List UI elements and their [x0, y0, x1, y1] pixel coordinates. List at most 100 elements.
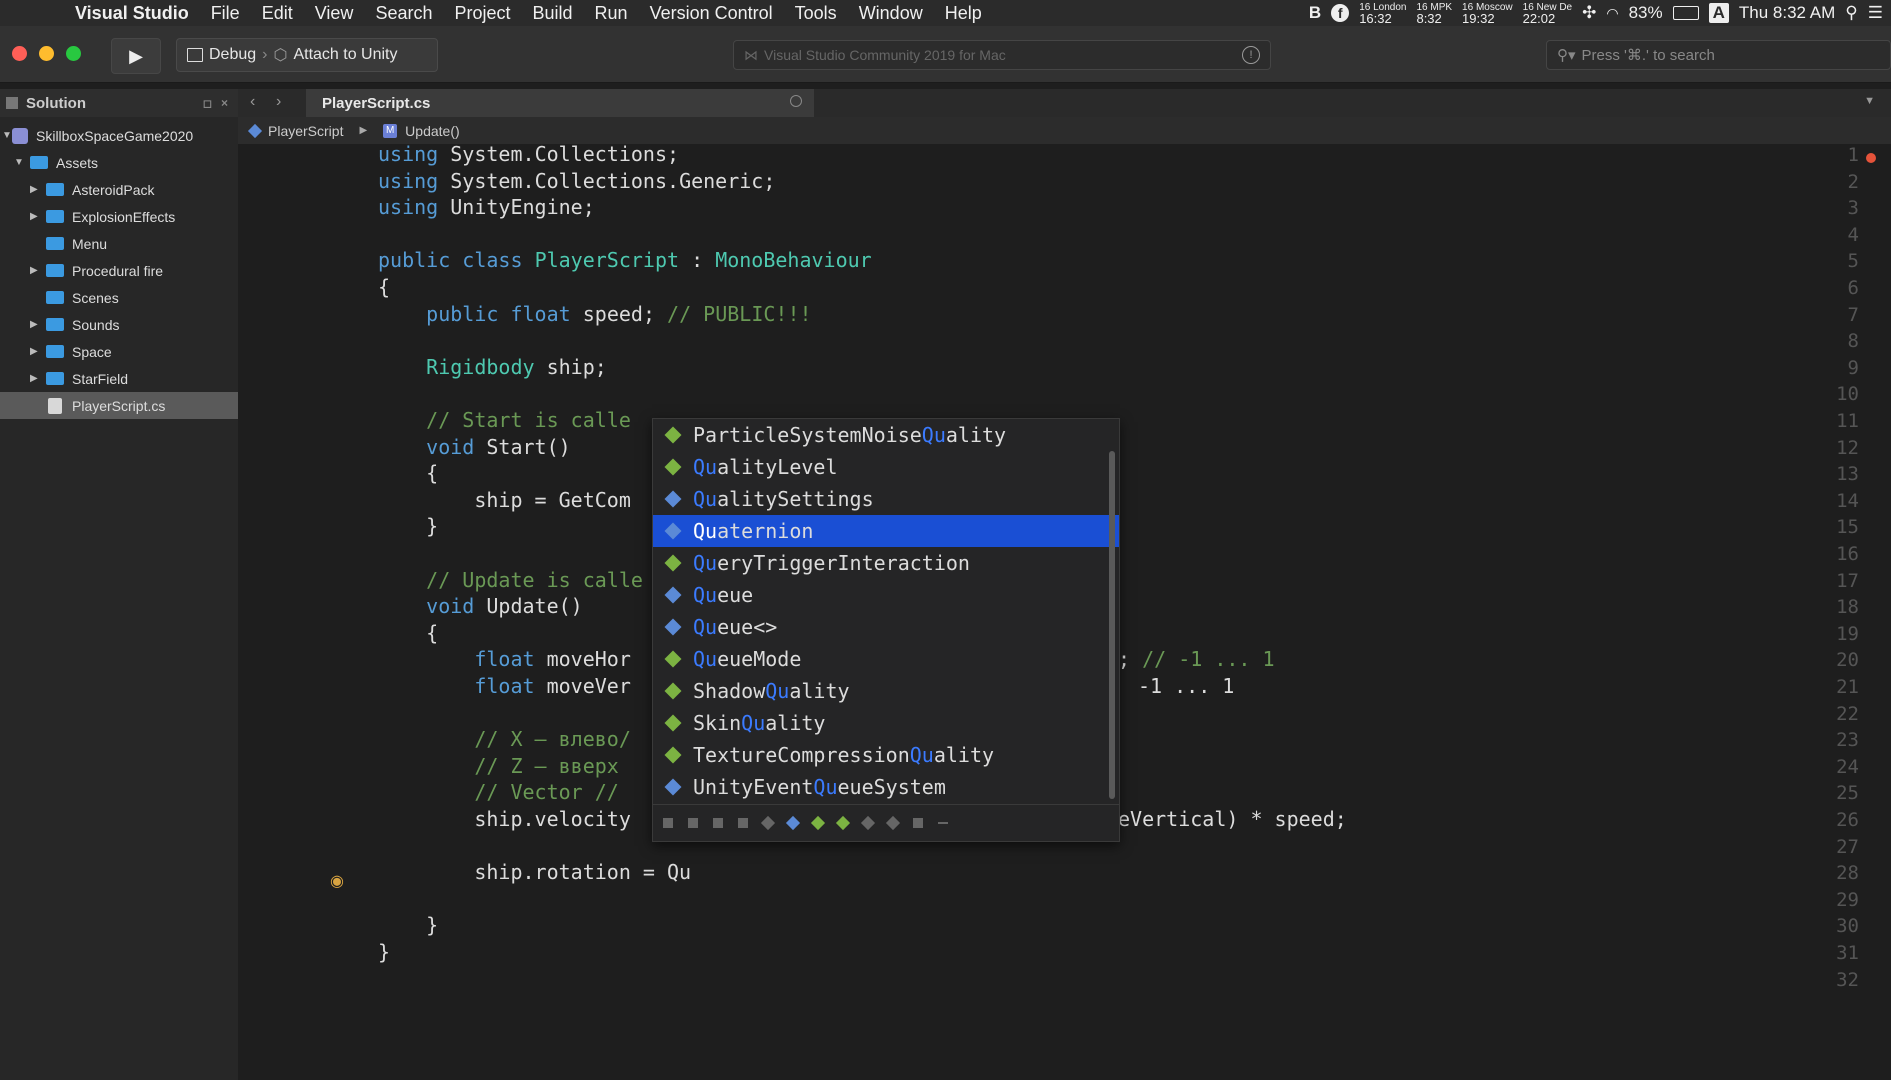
lightbulb-icon[interactable]: ◉ — [330, 871, 344, 891]
menu-file[interactable]: File — [200, 3, 251, 24]
world-clock-london[interactable]: 16 London 16:32 — [1359, 2, 1406, 25]
datetime[interactable]: Thu 8:32 AM — [1739, 3, 1835, 23]
line-number: 5 — [1847, 250, 1859, 273]
filter-method-icon[interactable] — [738, 817, 748, 828]
menu-version-control[interactable]: Version Control — [639, 3, 784, 24]
filter-keyword-icon[interactable] — [913, 817, 923, 828]
completion-text: alitySettings — [717, 487, 874, 511]
notification-center-icon[interactable]: ☰ — [1868, 3, 1883, 23]
completion-item[interactable]: Qu alitySettings — [653, 483, 1119, 515]
filter-class-icon[interactable] — [785, 815, 801, 830]
completion-item[interactable]: Qu alityLevel — [653, 451, 1119, 483]
code-line: void Start() — [426, 434, 571, 459]
breadcrumb-class[interactable]: PlayerScript — [268, 123, 343, 139]
battery-percent[interactable]: 83% — [1629, 3, 1663, 23]
completion-item[interactable]: Qu eue — [653, 579, 1119, 611]
menu-help[interactable]: Help — [934, 3, 993, 24]
menu-tools[interactable]: Tools — [784, 3, 848, 24]
struct-icon — [664, 650, 682, 668]
tab-dropdown-icon[interactable]: ▼ — [1864, 95, 1875, 107]
app-menu[interactable]: Visual Studio — [64, 3, 200, 24]
tree-item-space[interactable]: ▶ Space — [0, 338, 268, 365]
tree-item-solution[interactable]: ▼ SkillboxSpaceGame2020 — [0, 122, 240, 149]
facebook-icon[interactable]: f — [1331, 4, 1350, 22]
line-number: 24 — [1836, 755, 1859, 778]
run-button[interactable]: ▶ — [111, 38, 161, 74]
collapsed-arrow-icon[interactable]: ▶ — [30, 211, 40, 222]
code-line-fragment: eVertical) * speed; — [1118, 807, 1347, 831]
completion-item[interactable]: Qu eryTriggerInteraction — [653, 547, 1119, 579]
breadcrumb-method[interactable]: Update() — [405, 123, 459, 139]
tree-item-explosioneffects[interactable]: ▶ ExplosionEffects — [0, 203, 268, 230]
world-clock-mpk[interactable]: 16 MPK 8:32 — [1416, 2, 1452, 25]
completion-item[interactable]: Shadow Qu ality — [653, 675, 1119, 707]
completion-scrollbar[interactable] — [1109, 451, 1115, 799]
nav-forward-icon[interactable]: › — [276, 93, 281, 111]
collapsed-arrow-icon[interactable]: ▶ — [30, 319, 40, 330]
filter-struct-icon[interactable] — [810, 815, 826, 830]
tree-item-starfield[interactable]: ▶ StarField — [0, 365, 268, 392]
tree-item-procedural-fire[interactable]: ▶ Procedural fire — [0, 257, 268, 284]
tab-label: PlayerScript.cs — [322, 94, 431, 112]
tree-item-assets[interactable]: ▼ Assets — [0, 149, 252, 176]
sync-icon[interactable]: ✣ — [1582, 3, 1596, 23]
line-number: 22 — [1836, 702, 1859, 725]
search-box[interactable]: ⚲▾ Press '⌘.' to search — [1546, 40, 1891, 70]
tree-item-asteroidpack[interactable]: ▶ AsteroidPack — [0, 176, 268, 203]
expand-arrow-icon[interactable]: ▼ — [2, 130, 12, 141]
filter-event-icon[interactable] — [885, 815, 901, 830]
spotlight-search-icon[interactable]: ⚲ — [1845, 3, 1857, 23]
completion-text: Skin — [693, 711, 742, 735]
pad-options-icon[interactable]: ◻ — [203, 97, 212, 110]
filter-namespace-icon[interactable] — [663, 817, 673, 828]
filter-enum-icon[interactable] — [835, 815, 851, 830]
collapsed-arrow-icon[interactable]: ▶ — [30, 346, 40, 357]
collapsed-arrow-icon[interactable]: ▶ — [30, 265, 40, 276]
menu-build[interactable]: Build — [522, 3, 584, 24]
minimize-window-button[interactable] — [39, 46, 54, 61]
filter-delegate-icon[interactable] — [860, 815, 876, 830]
bluetooth-like-icon[interactable]: B — [1309, 3, 1321, 23]
code-line: // Update is calle — [426, 567, 643, 592]
completion-item[interactable]: UnityEvent Qu eueSystem — [653, 771, 1119, 803]
pad-close-icon[interactable]: × — [221, 96, 228, 110]
menu-view[interactable]: View — [304, 3, 365, 24]
menu-window[interactable]: Window — [848, 3, 934, 24]
completion-item[interactable]: Qu aternion — [653, 515, 1119, 547]
menu-edit[interactable]: Edit — [251, 3, 304, 24]
unity-icon: ⬡ — [273, 47, 288, 64]
tab-playerscript[interactable]: PlayerScript.cs — [306, 89, 814, 117]
wifi-icon[interactable]: ◠ — [1606, 5, 1618, 22]
menu-run[interactable]: Run — [584, 3, 639, 24]
nav-back-icon[interactable]: ‹ — [250, 93, 255, 111]
completion-item[interactable]: TextureCompression Qu ality — [653, 739, 1119, 771]
completion-text: UnityEvent — [693, 775, 814, 799]
configuration-selector[interactable]: Debug › ⬡ Attach to Unity — [176, 38, 438, 72]
expand-arrow-icon[interactable]: ▼ — [14, 157, 24, 168]
world-clock-new-delhi[interactable]: 16 New De 22:02 — [1523, 2, 1572, 25]
line-number: 13 — [1836, 463, 1859, 486]
tree-item-sounds[interactable]: ▶ Sounds — [0, 311, 268, 338]
filter-property-icon[interactable] — [688, 817, 698, 828]
completion-item[interactable]: Skin Qu ality — [653, 707, 1119, 739]
battery-icon[interactable] — [1672, 6, 1699, 20]
menu-project[interactable]: Project — [443, 3, 521, 24]
close-window-button[interactable] — [12, 46, 27, 61]
tab-close-icon[interactable] — [790, 95, 802, 107]
filter-interface-icon[interactable] — [760, 815, 776, 830]
completion-item[interactable]: ParticleSystemNoise Qu ality — [653, 419, 1119, 451]
zoom-window-button[interactable] — [66, 46, 81, 61]
filter-field-icon[interactable] — [713, 817, 723, 828]
info-icon[interactable]: ! — [1242, 46, 1260, 64]
completion-text: Qu — [693, 615, 718, 639]
completion-item[interactable]: Qu eue<> — [653, 611, 1119, 643]
collapsed-arrow-icon[interactable]: ▶ — [30, 184, 40, 195]
filter-snippet-icon[interactable] — [938, 821, 948, 824]
world-clock-moscow[interactable]: 16 Moscow 19:32 — [1462, 2, 1513, 25]
menu-search[interactable]: Search — [364, 3, 443, 24]
input-source-icon[interactable]: A — [1708, 3, 1729, 23]
line-number: 3 — [1847, 197, 1859, 220]
collapsed-arrow-icon[interactable]: ▶ — [30, 373, 40, 384]
completion-item[interactable]: Qu eueMode — [653, 643, 1119, 675]
code-line: } — [378, 940, 391, 964]
